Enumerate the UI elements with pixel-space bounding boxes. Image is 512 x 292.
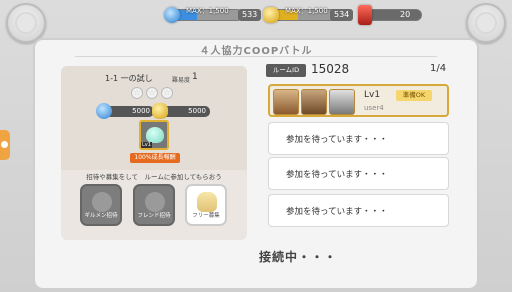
waiting-text: 参加を待っています・・・: [286, 207, 388, 217]
empty-slot[interactable]: 参加を待っています・・・: [268, 194, 449, 227]
blue-orb-icon: [164, 7, 180, 23]
invite-hint: 招待や募集をして ルームに参加してもらおう: [86, 173, 222, 181]
guild-icon: [92, 192, 112, 212]
room-id: 15028: [311, 62, 350, 76]
ready-badge: 準備OK: [396, 90, 432, 101]
member-avatar: [301, 89, 327, 115]
difficulty-label: 難易度: [172, 77, 191, 84]
blue-orb-icon: [96, 103, 112, 119]
star-icon: ☆: [161, 87, 173, 99]
gold-resource-max: MAX：1,500: [285, 7, 328, 15]
gem-value: 20: [400, 10, 411, 19]
friend-invite-button[interactable]: フレンド招待: [133, 184, 175, 226]
back-icon: [15, 12, 37, 34]
title-divider: [75, 56, 437, 57]
blue-resource-max: MAX：1,500: [186, 7, 229, 15]
reward-unit-card[interactable]: Lv1: [139, 120, 169, 150]
gold-heart-icon: [152, 103, 168, 119]
slime-unit-icon: [146, 127, 164, 143]
home-button[interactable]: [466, 3, 506, 43]
member-level: Lv1: [364, 90, 381, 100]
connection-status: 接続中・・・: [258, 250, 337, 264]
free-recruit-button[interactable]: フリー募集: [185, 184, 227, 226]
chat-icon: [1, 141, 8, 148]
gold-resource-value: 534: [330, 9, 354, 21]
guild-invite-button[interactable]: ギルメン招待: [80, 184, 122, 226]
empty-slot[interactable]: 参加を待っています・・・: [268, 157, 449, 190]
home-icon: [475, 12, 497, 34]
red-gem-icon: [358, 5, 372, 25]
member-user: user4: [364, 104, 384, 112]
waiting-text: 参加を待っています・・・: [286, 135, 388, 145]
blue-resource-value: 533: [238, 9, 262, 21]
friend-invite-label: フレンド招待: [137, 213, 171, 219]
page-title: ４人協力COOPバトル: [199, 46, 313, 57]
member-slot[interactable]: Lv1 user4 準備OK: [268, 84, 449, 117]
star-icon: ☆: [131, 87, 143, 99]
growth-reward-badge: 100%成長報酬: [130, 153, 180, 163]
room-id-label: ルームID: [266, 64, 306, 77]
friend-icon: [145, 192, 165, 212]
unit-level: Lv1: [141, 142, 152, 148]
member-avatar: [329, 89, 355, 115]
empty-slot[interactable]: 参加を待っています・・・: [268, 122, 449, 155]
member-count: 1/4: [430, 63, 447, 74]
quest-name: 1-1 一の試し: [105, 74, 153, 83]
gold-heart-icon: [263, 7, 279, 23]
character-icon: [197, 192, 217, 212]
chat-tab[interactable]: [0, 130, 10, 160]
star-icon: ☆: [146, 87, 158, 99]
member-avatar: [273, 89, 299, 115]
difficulty-value: 1: [192, 72, 198, 82]
guild-invite-label: ギルメン招待: [84, 213, 118, 219]
back-button[interactable]: [6, 3, 46, 43]
free-recruit-label: フリー募集: [192, 213, 220, 219]
waiting-text: 参加を待っています・・・: [286, 170, 388, 180]
